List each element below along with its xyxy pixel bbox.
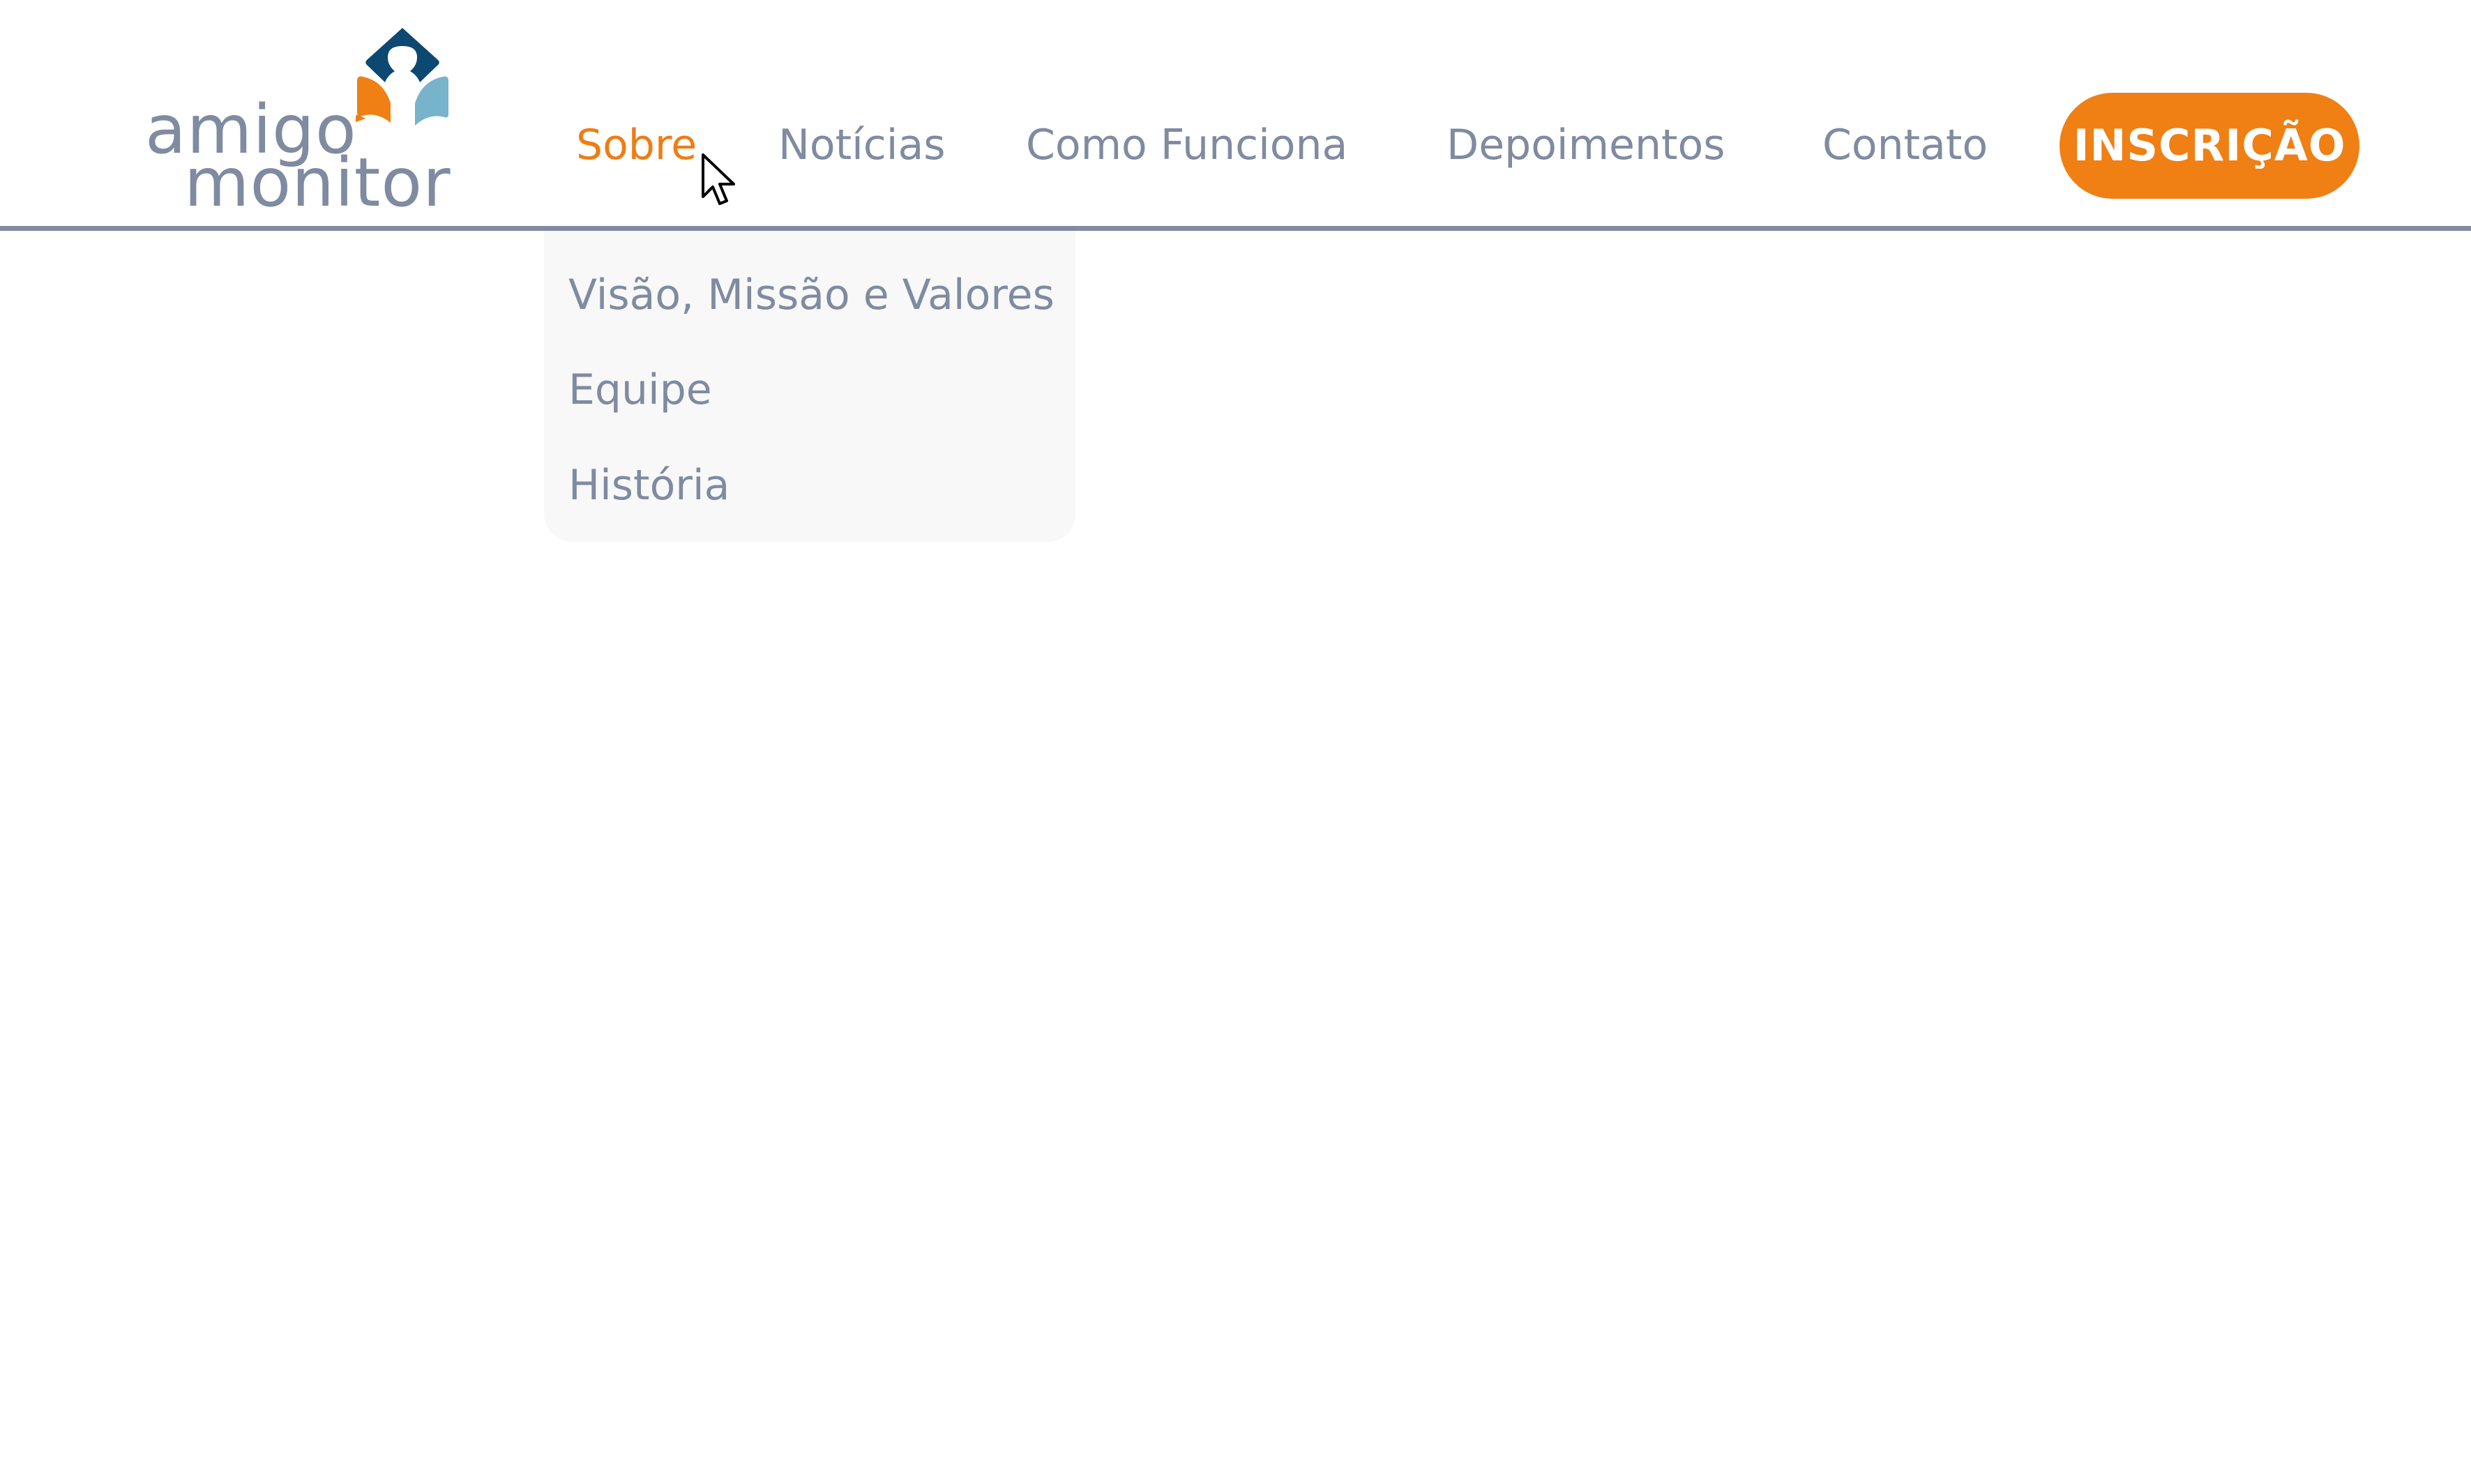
site-logo[interactable]: amigo monitor	[139, 26, 453, 216]
amigo-monitor-logo-icon	[356, 28, 448, 126]
nav-item-sobre[interactable]: Sobre	[576, 117, 697, 173]
inscricao-button[interactable]: INSCRIÇÃO	[2060, 93, 2359, 199]
nav-item-como-funciona[interactable]: Como Funciona	[1026, 117, 1347, 173]
dropdown-item-historia[interactable]: História	[568, 457, 730, 513]
sobre-dropdown-menu: Visão, Missão e Valores Equipe História	[544, 231, 1075, 542]
logo-text-monitor: monitor	[184, 144, 451, 222]
mouse-pointer-icon	[702, 153, 735, 205]
site-header: amigo monitor Sobre Notícias Como Funcio…	[0, 0, 2471, 227]
dropdown-item-equipe[interactable]: Equipe	[568, 362, 712, 418]
dropdown-item-visao-missao-valores[interactable]: Visão, Missão e Valores	[568, 267, 1055, 323]
nav-item-depoimentos[interactable]: Depoimentos	[1446, 117, 1725, 173]
page: amigo monitor Sobre Notícias Como Funcio…	[0, 0, 2471, 1484]
nav-item-noticias[interactable]: Notícias	[778, 117, 945, 173]
header-divider	[0, 226, 2471, 231]
nav-item-contato[interactable]: Contato	[1822, 117, 1988, 173]
